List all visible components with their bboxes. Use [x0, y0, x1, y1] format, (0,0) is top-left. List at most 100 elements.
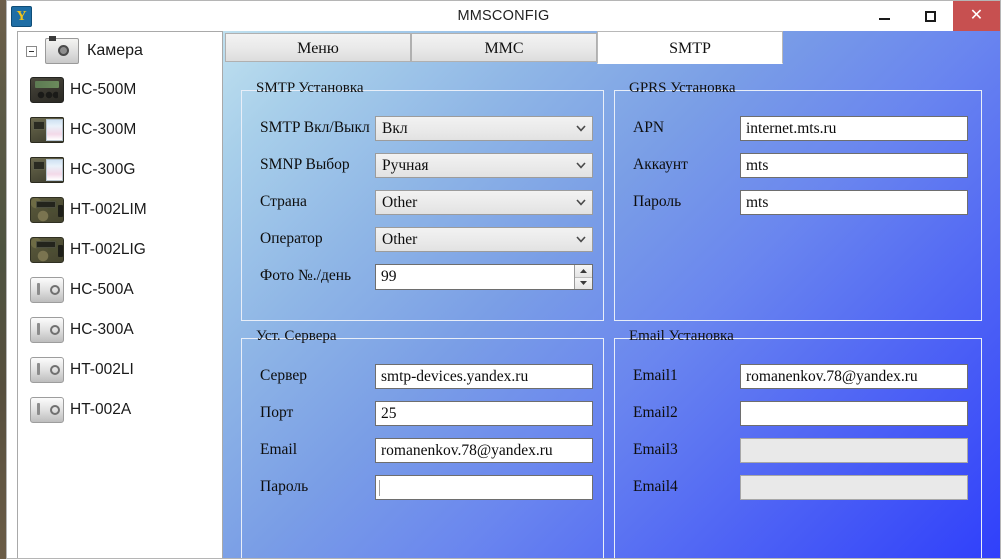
field-row-apn: APN internet.mts.ru: [615, 113, 981, 143]
spinner-down-icon[interactable]: [575, 277, 592, 289]
input-server-password[interactable]: [375, 475, 593, 500]
content-panel: Меню MMC SMTP SMTP Установка SMTP Вкл/Вы…: [223, 31, 1000, 558]
tree-item-label: HT-002A: [70, 401, 132, 418]
group-smtp-setup: SMTP Установка SMTP Вкл/Выкл Вкл SMNP Вы…: [241, 80, 604, 321]
label-photos-per-day: Фото №./день: [260, 267, 352, 284]
chevron-down-icon: [570, 125, 592, 132]
trail-camera-camo-icon: [30, 237, 64, 263]
tree-item-label: HC-300G: [70, 161, 136, 178]
label-email4: Email4: [633, 478, 678, 495]
generic-camera-icon: [30, 397, 64, 423]
trail-camera-dark-icon: [30, 77, 64, 103]
combo-smnp-select-value: Ручная: [382, 156, 429, 174]
tab-smtp[interactable]: SMTP: [597, 31, 783, 64]
spinner-up-icon[interactable]: [575, 265, 592, 278]
close-button[interactable]: ✕: [953, 1, 1000, 31]
tree-item-hc500m[interactable]: HC-500M: [18, 70, 222, 110]
input-server-email[interactable]: romanenkov.78@yandex.ru: [375, 438, 593, 463]
tree-item-hc500a[interactable]: HC-500A: [18, 270, 222, 310]
label-smnp-select: SMNP Выбор: [260, 156, 350, 173]
tree-root-camera[interactable]: Камера: [18, 32, 222, 70]
chevron-down-icon: [570, 162, 592, 169]
input-account-value: mts: [746, 156, 769, 174]
tree-item-label: HC-300A: [70, 321, 134, 338]
tree-root-label: Камера: [87, 42, 143, 59]
field-row-gprs-password: Пароль mts: [615, 187, 981, 217]
spinner-buttons[interactable]: [574, 265, 592, 289]
input-server[interactable]: smtp-devices.yandex.ru: [375, 364, 593, 389]
label-country: Страна: [260, 193, 307, 210]
field-row-email1: Email1 romanenkov.78@yandex.ru: [615, 361, 981, 391]
chevron-down-icon: [570, 236, 592, 243]
field-row-server: Сервер smtp-devices.yandex.ru: [242, 361, 603, 391]
field-row-photos-per-day: Фото №./день 99: [242, 261, 603, 291]
input-apn[interactable]: internet.mts.ru: [740, 116, 968, 141]
combo-operator-value: Other: [382, 230, 418, 248]
input-server-value: smtp-devices.yandex.ru: [381, 367, 529, 385]
tree-item-label: HC-500M: [70, 81, 137, 98]
minimize-button[interactable]: [861, 1, 907, 31]
spinner-photos-per-day[interactable]: 99: [375, 264, 593, 290]
title-bar: Y MMSCONFIG ✕: [7, 1, 1000, 31]
trail-camera-lcd-icon: [30, 117, 64, 143]
tab-mmc[interactable]: MMC: [411, 33, 597, 62]
input-email1[interactable]: romanenkov.78@yandex.ru: [740, 364, 968, 389]
tree-item-ht002a[interactable]: HT-002A: [18, 390, 222, 430]
compact-camera-icon: [45, 36, 79, 64]
field-row-smtp-onoff: SMTP Вкл/Выкл Вкл: [242, 113, 603, 143]
label-email3: Email3: [633, 441, 678, 458]
combo-smtp-onoff-value: Вкл: [382, 119, 408, 137]
input-port[interactable]: 25: [375, 401, 593, 426]
tree-expander-icon[interactable]: [26, 45, 37, 57]
tab-menu[interactable]: Меню: [225, 33, 411, 62]
tree-item-hc300m[interactable]: HC-300M: [18, 110, 222, 150]
camera-tree-panel[interactable]: Камера HC-500M HC-300M HC-300G HT-002LIM…: [17, 31, 223, 558]
label-email1: Email1: [633, 367, 678, 384]
tree-item-hc300g[interactable]: HC-300G: [18, 150, 222, 190]
tree-item-label: HC-300M: [70, 121, 137, 138]
input-account[interactable]: mts: [740, 153, 968, 178]
combo-operator[interactable]: Other: [375, 227, 593, 252]
generic-camera-icon: [30, 277, 64, 303]
input-email3: [740, 438, 968, 463]
label-gprs-password: Пароль: [633, 193, 682, 210]
input-gprs-password[interactable]: mts: [740, 190, 968, 215]
field-row-account: Аккаунт mts: [615, 150, 981, 180]
input-server-email-value: romanenkov.78@yandex.ru: [381, 441, 553, 459]
field-row-email4: Email4: [615, 472, 981, 502]
group-gprs-setup: GPRS Установка APN internet.mts.ru Аккау…: [614, 80, 982, 321]
tree-item-label: HC-500A: [70, 281, 134, 298]
input-email1-value: romanenkov.78@yandex.ru: [746, 367, 918, 385]
label-account: Аккаунт: [633, 156, 688, 173]
combo-country-value: Other: [382, 193, 418, 211]
window-title: MMSCONFIG: [457, 8, 550, 24]
tree-item-ht002lim[interactable]: HT-002LIM: [18, 190, 222, 230]
maximize-button[interactable]: [907, 1, 953, 31]
tree-item-hc300a[interactable]: HC-300A: [18, 310, 222, 350]
label-operator: Оператор: [260, 230, 323, 247]
field-row-server-email: Email romanenkov.78@yandex.ru: [242, 435, 603, 465]
combo-country[interactable]: Other: [375, 190, 593, 215]
field-row-port: Порт 25: [242, 398, 603, 428]
combo-smnp-select[interactable]: Ручная: [375, 153, 593, 178]
label-apn: APN: [633, 119, 665, 136]
field-row-country: Страна Other: [242, 187, 603, 217]
minimize-icon: [878, 17, 890, 20]
input-email2[interactable]: [740, 401, 968, 426]
smtp-tab-panel: SMTP Установка SMTP Вкл/Выкл Вкл SMNP Вы…: [223, 64, 1000, 558]
mmsconfig-window: Y MMSCONFIG ✕ Камера HC-500M HC-300M HC-…: [6, 0, 1001, 559]
input-port-value: 25: [381, 404, 397, 422]
field-row-email3: Email3: [615, 435, 981, 465]
label-server: Сервер: [260, 367, 308, 384]
combo-smtp-onoff[interactable]: Вкл: [375, 116, 593, 141]
tree-item-label: HT-002LIG: [70, 241, 146, 258]
close-icon: ✕: [969, 7, 984, 24]
input-email4: [740, 475, 968, 500]
generic-camera-icon: [30, 357, 64, 383]
tree-item-ht002lig[interactable]: HT-002LIG: [18, 230, 222, 270]
field-row-server-password: Пароль: [242, 472, 603, 502]
maximize-icon: [924, 10, 936, 22]
tree-item-ht002li[interactable]: HT-002LI: [18, 350, 222, 390]
chevron-down-icon: [570, 199, 592, 206]
group-gprs-legend: GPRS Установка: [629, 80, 736, 96]
